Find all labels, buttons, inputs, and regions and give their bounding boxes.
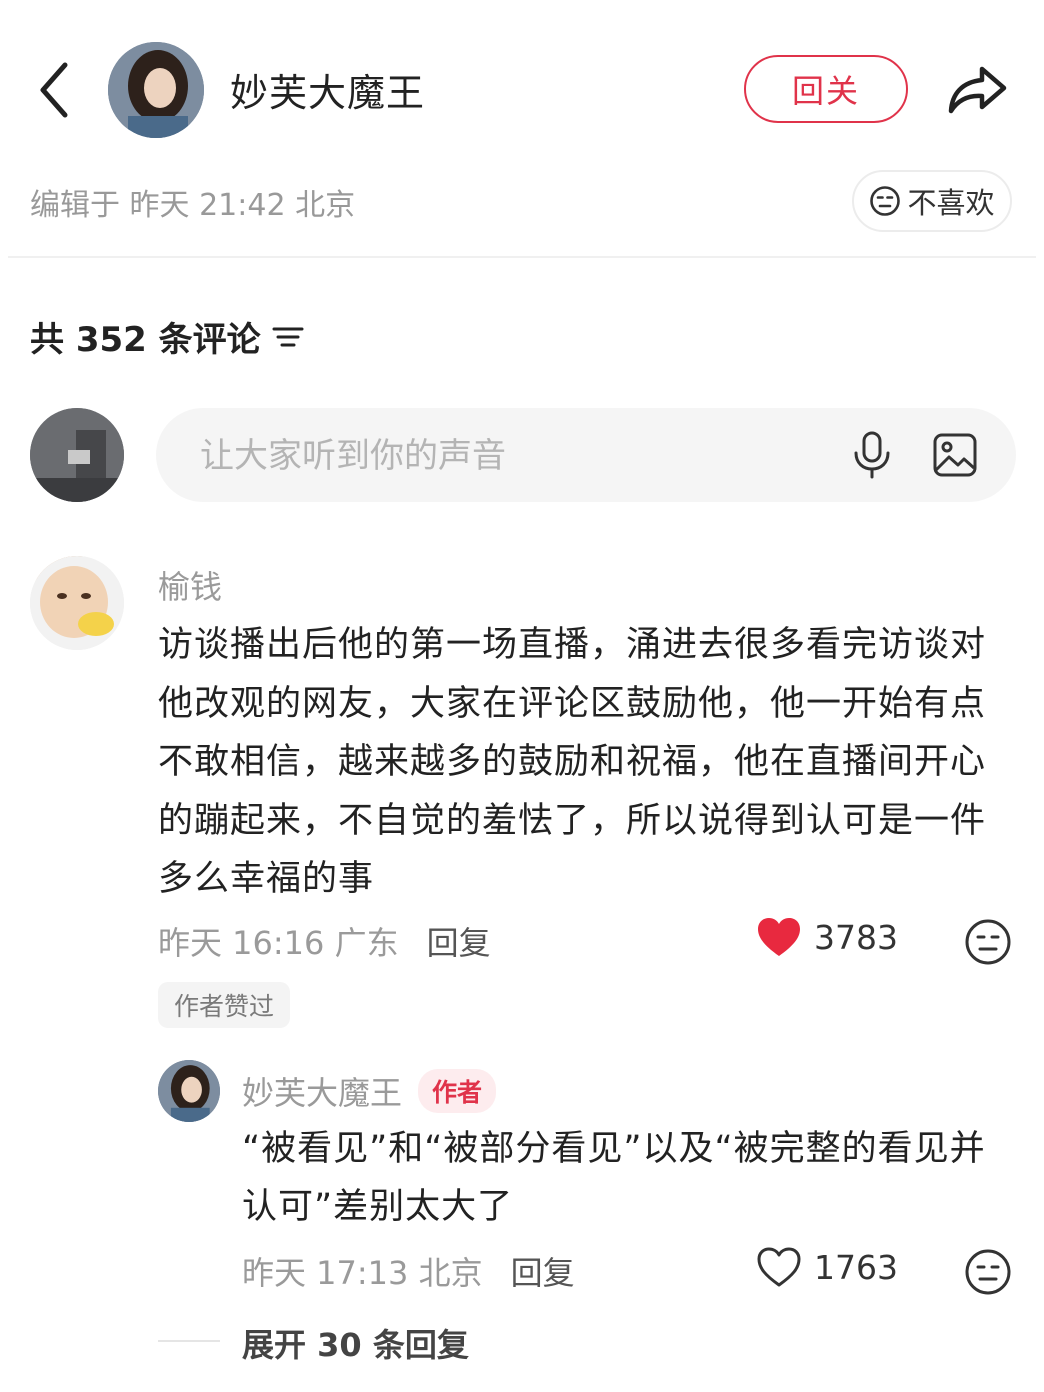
expand-replies-button[interactable]: 展开 30 条回复	[242, 1320, 469, 1366]
heart-outline-icon	[757, 1247, 801, 1287]
back-button[interactable]	[30, 58, 78, 122]
like-count: 3783	[814, 917, 898, 957]
commenter-avatar[interactable]	[30, 556, 124, 650]
comment-input[interactable]	[198, 408, 822, 504]
dislike-face-icon[interactable]	[964, 1248, 1012, 1296]
reply-author-name[interactable]: 妙芙大魔王	[242, 1068, 402, 1114]
reply-author: 妙芙大魔王 作者	[242, 1068, 497, 1114]
comment-meta: 昨天 16:16 广东 回复	[158, 918, 491, 964]
author-liked-badge: 作者赞过	[158, 982, 291, 1028]
back-arrow-icon	[40, 62, 68, 118]
reply-button[interactable]: 回复	[427, 918, 491, 964]
dislike-face-icon[interactable]	[964, 918, 1012, 966]
dislike-label: 不喜欢	[907, 186, 995, 220]
author-badge: 作者	[418, 1069, 497, 1113]
share-button[interactable]	[942, 58, 1012, 122]
reply-time: 昨天 17:13 北京	[242, 1254, 483, 1292]
author-avatar-image	[108, 42, 204, 138]
comment-count: 共 352 条评论	[30, 320, 261, 360]
reply-like-button[interactable]: 1763	[756, 1246, 898, 1288]
edit-info: 编辑于 昨天 21:42 北京	[30, 188, 356, 223]
reply-text: “被看见”和“被部分看见”以及“被完整的看见并认可”差别太大了	[242, 1129, 986, 1227]
comment-time: 昨天 16:16 广东	[158, 924, 399, 962]
author-avatar[interactable]	[108, 42, 204, 138]
reply-button[interactable]: 回复	[511, 1248, 575, 1294]
comment-count-header: 共 352 条评论	[30, 312, 305, 361]
share-icon	[948, 66, 1007, 114]
expand-divider	[158, 1340, 220, 1342]
microphone-icon[interactable]	[848, 430, 896, 480]
my-avatar[interactable]	[30, 408, 124, 502]
comment-input-bar[interactable]	[156, 408, 1016, 504]
reply-author-avatar-image	[158, 1060, 220, 1122]
comment-text: 访谈播出后他的第一场直播，涌进去很多看完访谈对他改观的网友，大家在评论区鼓励他，…	[158, 625, 987, 899]
my-avatar-image	[30, 408, 124, 502]
author-name[interactable]: 妙芙大魔王	[230, 62, 425, 117]
commenter-name[interactable]: 榆钱	[158, 562, 222, 608]
dislike-face-icon	[870, 186, 901, 216]
reply-author-avatar[interactable]	[158, 1060, 220, 1122]
follow-back-button[interactable]: 回关	[744, 55, 908, 123]
section-divider	[8, 256, 1036, 258]
reply-meta: 昨天 17:13 北京 回复	[242, 1248, 575, 1294]
like-button[interactable]: 3783	[756, 916, 898, 958]
dislike-button[interactable]: 不喜欢	[852, 170, 1012, 232]
heart-icon	[758, 918, 800, 956]
reply-like-count: 1763	[814, 1247, 898, 1287]
commenter-avatar-image	[30, 556, 124, 650]
image-icon[interactable]	[932, 432, 978, 478]
sort-icon[interactable]	[271, 322, 305, 352]
